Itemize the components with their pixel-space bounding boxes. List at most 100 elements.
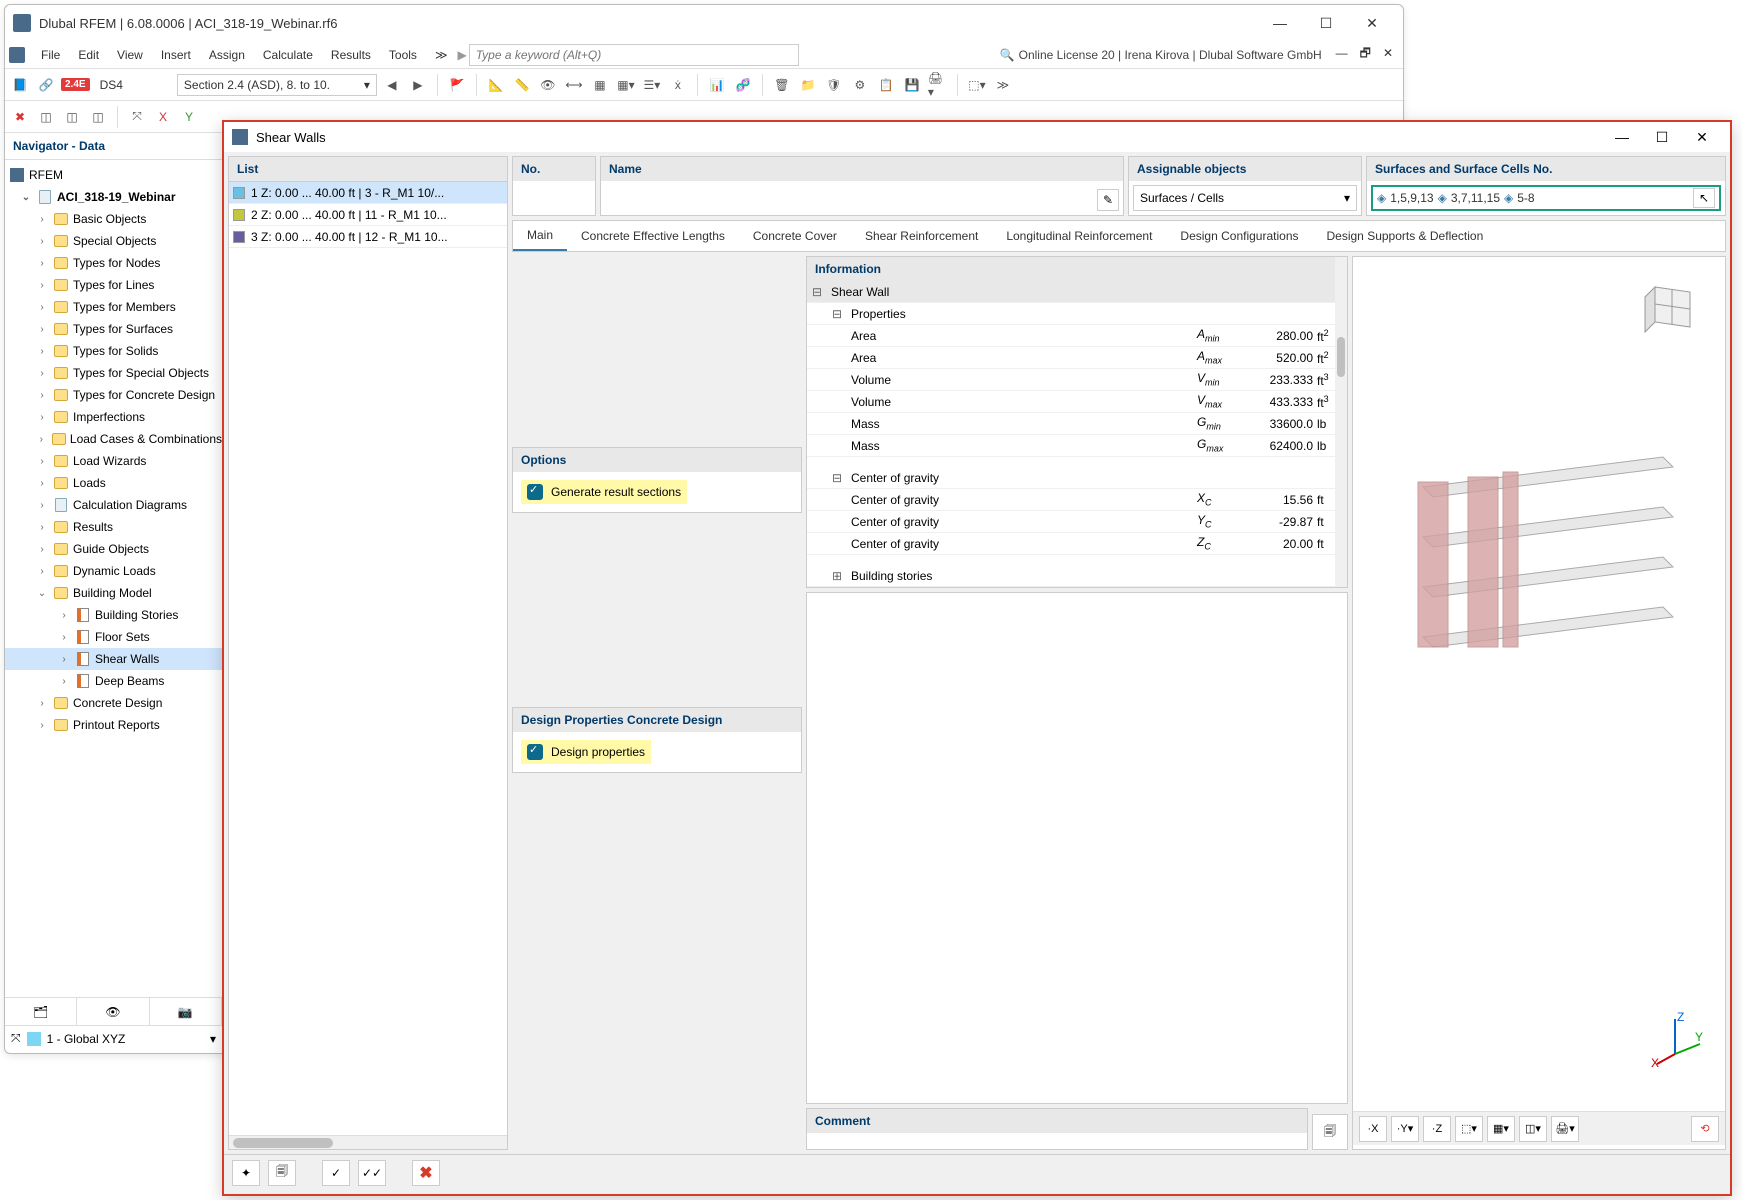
info-scrollbar-y[interactable] <box>1335 257 1347 587</box>
tb-flag-icon[interactable]: 🚩 <box>446 74 468 96</box>
menu-calculate[interactable]: Calculate <box>255 44 321 66</box>
menu-view[interactable]: View <box>109 44 151 66</box>
btm-check2-icon[interactable]: ✓✓ <box>358 1160 386 1186</box>
tree-item[interactable]: Imperfections <box>73 410 145 424</box>
tb2-cube1-icon[interactable]: ◫ <box>35 106 57 128</box>
generate-results-row[interactable]: Generate result sections <box>521 480 687 504</box>
menu-overflow[interactable]: ≫ <box>427 44 456 66</box>
btm-copy-icon[interactable]: 🗐 <box>268 1160 296 1186</box>
expand-icon[interactable]: › <box>57 676 71 687</box>
expand-icon[interactable]: › <box>35 566 49 577</box>
tree-item[interactable]: Dynamic Loads <box>73 564 156 578</box>
close-button[interactable]: ✕ <box>1349 7 1395 39</box>
tb2-x-icon[interactable]: X <box>152 106 174 128</box>
maximize-button[interactable]: ☐ <box>1303 7 1349 39</box>
menu-insert[interactable]: Insert <box>153 44 199 66</box>
tb-paste-icon[interactable]: 📋 <box>875 74 897 96</box>
tree-root[interactable]: RFEM <box>29 168 63 182</box>
collapse-icon[interactable]: ⊟ <box>827 307 847 321</box>
tb-select-icon[interactable]: ⬚▾ <box>966 74 988 96</box>
expand-icon[interactable]: › <box>35 698 49 709</box>
tb-dna-icon[interactable]: 🧬 <box>732 74 754 96</box>
tb-ds[interactable]: DS4 <box>94 78 129 92</box>
tree-building-model[interactable]: Building Model <box>73 586 152 600</box>
tab-main[interactable]: Main <box>513 221 567 251</box>
expand-icon[interactable]: › <box>35 302 49 313</box>
btm-delete-button[interactable]: ✖ <box>412 1160 440 1186</box>
design-props-checkbox[interactable] <box>527 744 543 760</box>
tree-item[interactable]: Deep Beams <box>95 674 164 688</box>
list-rows[interactable]: 1 Z: 0.00 ... 40.00 ft | 3 - R_M1 10/...… <box>229 182 507 1135</box>
tb-prev-icon[interactable]: ◀ <box>381 74 403 96</box>
nav-cube-icon[interactable] <box>1635 277 1705 347</box>
expand-icon[interactable]: › <box>35 500 49 511</box>
tree-item[interactable]: Basic Objects <box>73 212 146 226</box>
assignable-combo[interactable]: Surfaces / Cells▾ <box>1133 185 1357 211</box>
expand-icon[interactable]: › <box>35 720 49 731</box>
tree-item[interactable]: Loads <box>73 476 106 490</box>
expand-icon[interactable]: › <box>35 522 49 533</box>
expand-icon[interactable]: › <box>35 236 49 247</box>
btm-check1-icon[interactable]: ✓ <box>322 1160 350 1186</box>
menu-edit[interactable]: Edit <box>70 44 107 66</box>
tb-save-icon[interactable]: 💾 <box>901 74 923 96</box>
surfaces-pick-icon[interactable]: ↖ <box>1693 188 1715 208</box>
view-y-icon[interactable]: ·Y▾ <box>1391 1116 1419 1142</box>
expand-icon[interactable]: › <box>57 654 71 665</box>
name-value[interactable] <box>601 181 1123 211</box>
btm-new-icon[interactable]: ✦ <box>232 1160 260 1186</box>
tb-calc-icon[interactable]: 📊 <box>706 74 728 96</box>
generate-results-checkbox[interactable] <box>527 484 543 500</box>
list-scrollbar-x[interactable] <box>229 1135 507 1149</box>
tb-eye-icon[interactable]: 👁 <box>537 74 559 96</box>
tree-item[interactable]: Types for Solids <box>73 344 158 358</box>
tb-badge[interactable]: 2.4E <box>61 78 90 91</box>
expand-icon[interactable]: › <box>35 368 49 379</box>
tree-item[interactable]: Types for Lines <box>73 278 154 292</box>
view-reset-icon[interactable]: ⟲ <box>1691 1116 1719 1142</box>
view-render-icon[interactable]: ◫▾ <box>1519 1116 1547 1142</box>
tb2-axis-icon[interactable]: ⤧ <box>126 106 148 128</box>
coord-row[interactable]: ⤧ 1 - Global XYZ ▾ <box>5 1025 222 1051</box>
expand-icon[interactable]: › <box>35 412 49 423</box>
view-iso-icon[interactable]: ⬚▾ <box>1455 1116 1483 1142</box>
expand-icon[interactable]: › <box>35 214 49 225</box>
tree-item[interactable]: Printout Reports <box>73 718 160 732</box>
collapse-icon[interactable]: ⊟ <box>807 285 827 299</box>
minimize-button[interactable]: — <box>1257 7 1303 39</box>
tab-eff-lengths[interactable]: Concrete Effective Lengths <box>567 221 739 251</box>
expand-icon[interactable]: › <box>35 280 49 291</box>
tb-gear-icon[interactable]: ⚙ <box>849 74 871 96</box>
tab-supports-defl[interactable]: Design Supports & Deflection <box>1313 221 1498 251</box>
tab-long-reinf[interactable]: Longitudinal Reinforcement <box>992 221 1166 251</box>
expand-icon[interactable]: › <box>57 632 71 643</box>
menu-results[interactable]: Results <box>323 44 379 66</box>
menu-tools[interactable]: Tools <box>381 44 425 66</box>
tb2-cube3-icon[interactable]: ◫ <box>87 106 109 128</box>
tb-link-icon[interactable]: 🔗 <box>35 74 57 96</box>
view-print-icon[interactable]: 🖨▾ <box>1551 1116 1579 1142</box>
menu-assign[interactable]: Assign <box>201 44 253 66</box>
tree-item[interactable]: Types for Special Objects <box>73 366 209 380</box>
menu-file[interactable]: File <box>33 44 68 66</box>
dialog-maximize[interactable]: ☐ <box>1642 129 1682 146</box>
expand-icon[interactable]: › <box>35 456 49 467</box>
navigator-tree[interactable]: RFEM ⌄ACI_318-19_Webinar ›Basic Objects›… <box>5 160 222 997</box>
tb-dim2-icon[interactable]: 📏 <box>511 74 533 96</box>
view-x-icon[interactable]: ·X <box>1359 1116 1387 1142</box>
name-edit-icon[interactable]: ✎ <box>1097 189 1119 211</box>
tree-item[interactable]: Types for Members <box>73 300 176 314</box>
tb-grid-icon[interactable]: ▦▾ <box>615 74 637 96</box>
tb-box-icon[interactable]: ▦ <box>589 74 611 96</box>
tb2-delete-icon[interactable]: ✖ <box>9 106 31 128</box>
doc-restore[interactable]: 🗗 <box>1354 46 1377 60</box>
tb-clear-icon[interactable]: 🗑 <box>771 74 793 96</box>
comment-copy-icon[interactable]: 🗐 <box>1312 1114 1348 1150</box>
expand-icon[interactable]: › <box>57 610 71 621</box>
nav-tab-cam-icon[interactable]: 📷 <box>150 998 222 1025</box>
tree-item[interactable]: Floor Sets <box>95 630 150 644</box>
tb-print-icon[interactable]: 🖨▾ <box>927 74 949 96</box>
section-combo[interactable]: Section 2.4 (ASD), 8. to 10.▾ <box>177 74 377 96</box>
tree-file[interactable]: ACI_318-19_Webinar <box>57 190 176 204</box>
nav-tab-eye-icon[interactable]: 👁 <box>77 998 149 1025</box>
